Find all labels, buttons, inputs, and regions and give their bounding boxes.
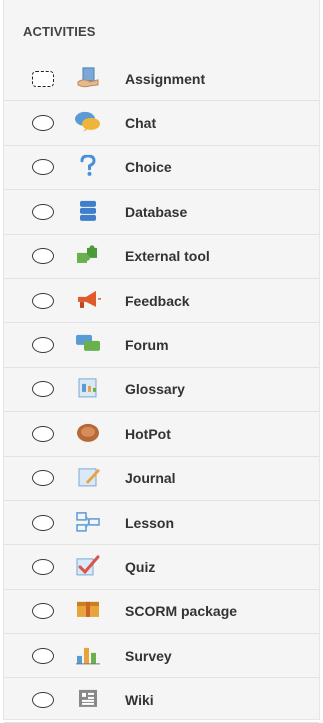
megaphone-icon (74, 289, 102, 311)
activity-option-assignment[interactable]: Assignment (4, 57, 319, 102)
chat-icon (74, 111, 102, 133)
radio-button[interactable] (32, 292, 54, 309)
activity-chooser-panel: ACTIVITIES Assignment Chat Choice Databa… (3, 0, 320, 723)
radio-button[interactable] (32, 248, 54, 265)
radio-button[interactable] (32, 558, 54, 575)
radio-button[interactable] (32, 159, 54, 176)
radio-button[interactable] (32, 647, 54, 664)
activity-label: Choice (125, 159, 172, 176)
radio-button[interactable] (32, 425, 54, 442)
activity-label: Feedback (125, 292, 190, 309)
activity-label: HotPot (125, 425, 171, 442)
activity-option-external-tool[interactable]: External tool (4, 235, 319, 279)
activity-option-lesson[interactable]: Lesson (4, 501, 319, 546)
activity-option-survey[interactable]: Survey (4, 634, 319, 679)
activity-option-journal[interactable]: Journal (4, 457, 319, 501)
activity-option-chat[interactable]: Chat (4, 101, 319, 146)
activity-list: Assignment Chat Choice Database External… (4, 57, 319, 723)
activity-label: Lesson (125, 514, 175, 531)
activity-option-quiz[interactable]: Quiz (4, 545, 319, 590)
activity-label: Assignment (125, 70, 206, 87)
puzzle-icon (74, 244, 102, 266)
lesson-icon (74, 510, 102, 532)
activity-label: Quiz (125, 558, 156, 575)
activity-label: Journal (125, 470, 176, 487)
activity-option-choice[interactable]: Choice (4, 146, 319, 191)
activity-label: Database (125, 203, 188, 220)
question-icon (74, 154, 102, 177)
radio-button[interactable] (32, 381, 54, 398)
hotpot-icon (74, 422, 102, 444)
activity-option-scorm-package[interactable]: SCORM package (4, 590, 319, 635)
database-icon (74, 200, 102, 222)
section-heading: ACTIVITIES (23, 24, 96, 39)
glossary-icon (74, 377, 102, 399)
forum-icon (74, 333, 102, 355)
assignment-icon (74, 67, 102, 89)
activity-option-database[interactable]: Database (4, 190, 319, 235)
wiki-icon (74, 688, 102, 710)
radio-button[interactable] (32, 115, 54, 132)
activity-option-feedback[interactable]: Feedback (4, 279, 319, 324)
activity-label: SCORM package (125, 603, 238, 620)
radio-button[interactable] (32, 470, 54, 487)
radio-button[interactable] (32, 514, 54, 531)
radio-button[interactable] (32, 203, 54, 220)
activity-label: Survey (125, 647, 172, 664)
radio-button[interactable] (32, 603, 54, 620)
bar-chart-icon (74, 644, 102, 666)
quiz-checkmark-icon (74, 555, 102, 577)
package-icon (74, 599, 102, 621)
radio-button[interactable] (32, 337, 54, 354)
radio-button[interactable] (32, 692, 54, 709)
activity-label: Glossary (125, 381, 185, 398)
activity-option-wiki[interactable]: Wiki (4, 678, 319, 723)
activity-label: Forum (125, 337, 169, 354)
activity-option-hotpot[interactable]: HotPot (4, 412, 319, 457)
activity-option-forum[interactable]: Forum (4, 323, 319, 368)
radio-button[interactable] (32, 70, 54, 87)
journal-icon (74, 466, 102, 488)
activity-label: Chat (125, 115, 157, 132)
activity-option-glossary[interactable]: Glossary (4, 368, 319, 413)
activity-label: Wiki (125, 692, 154, 709)
activity-label: External tool (125, 248, 210, 265)
